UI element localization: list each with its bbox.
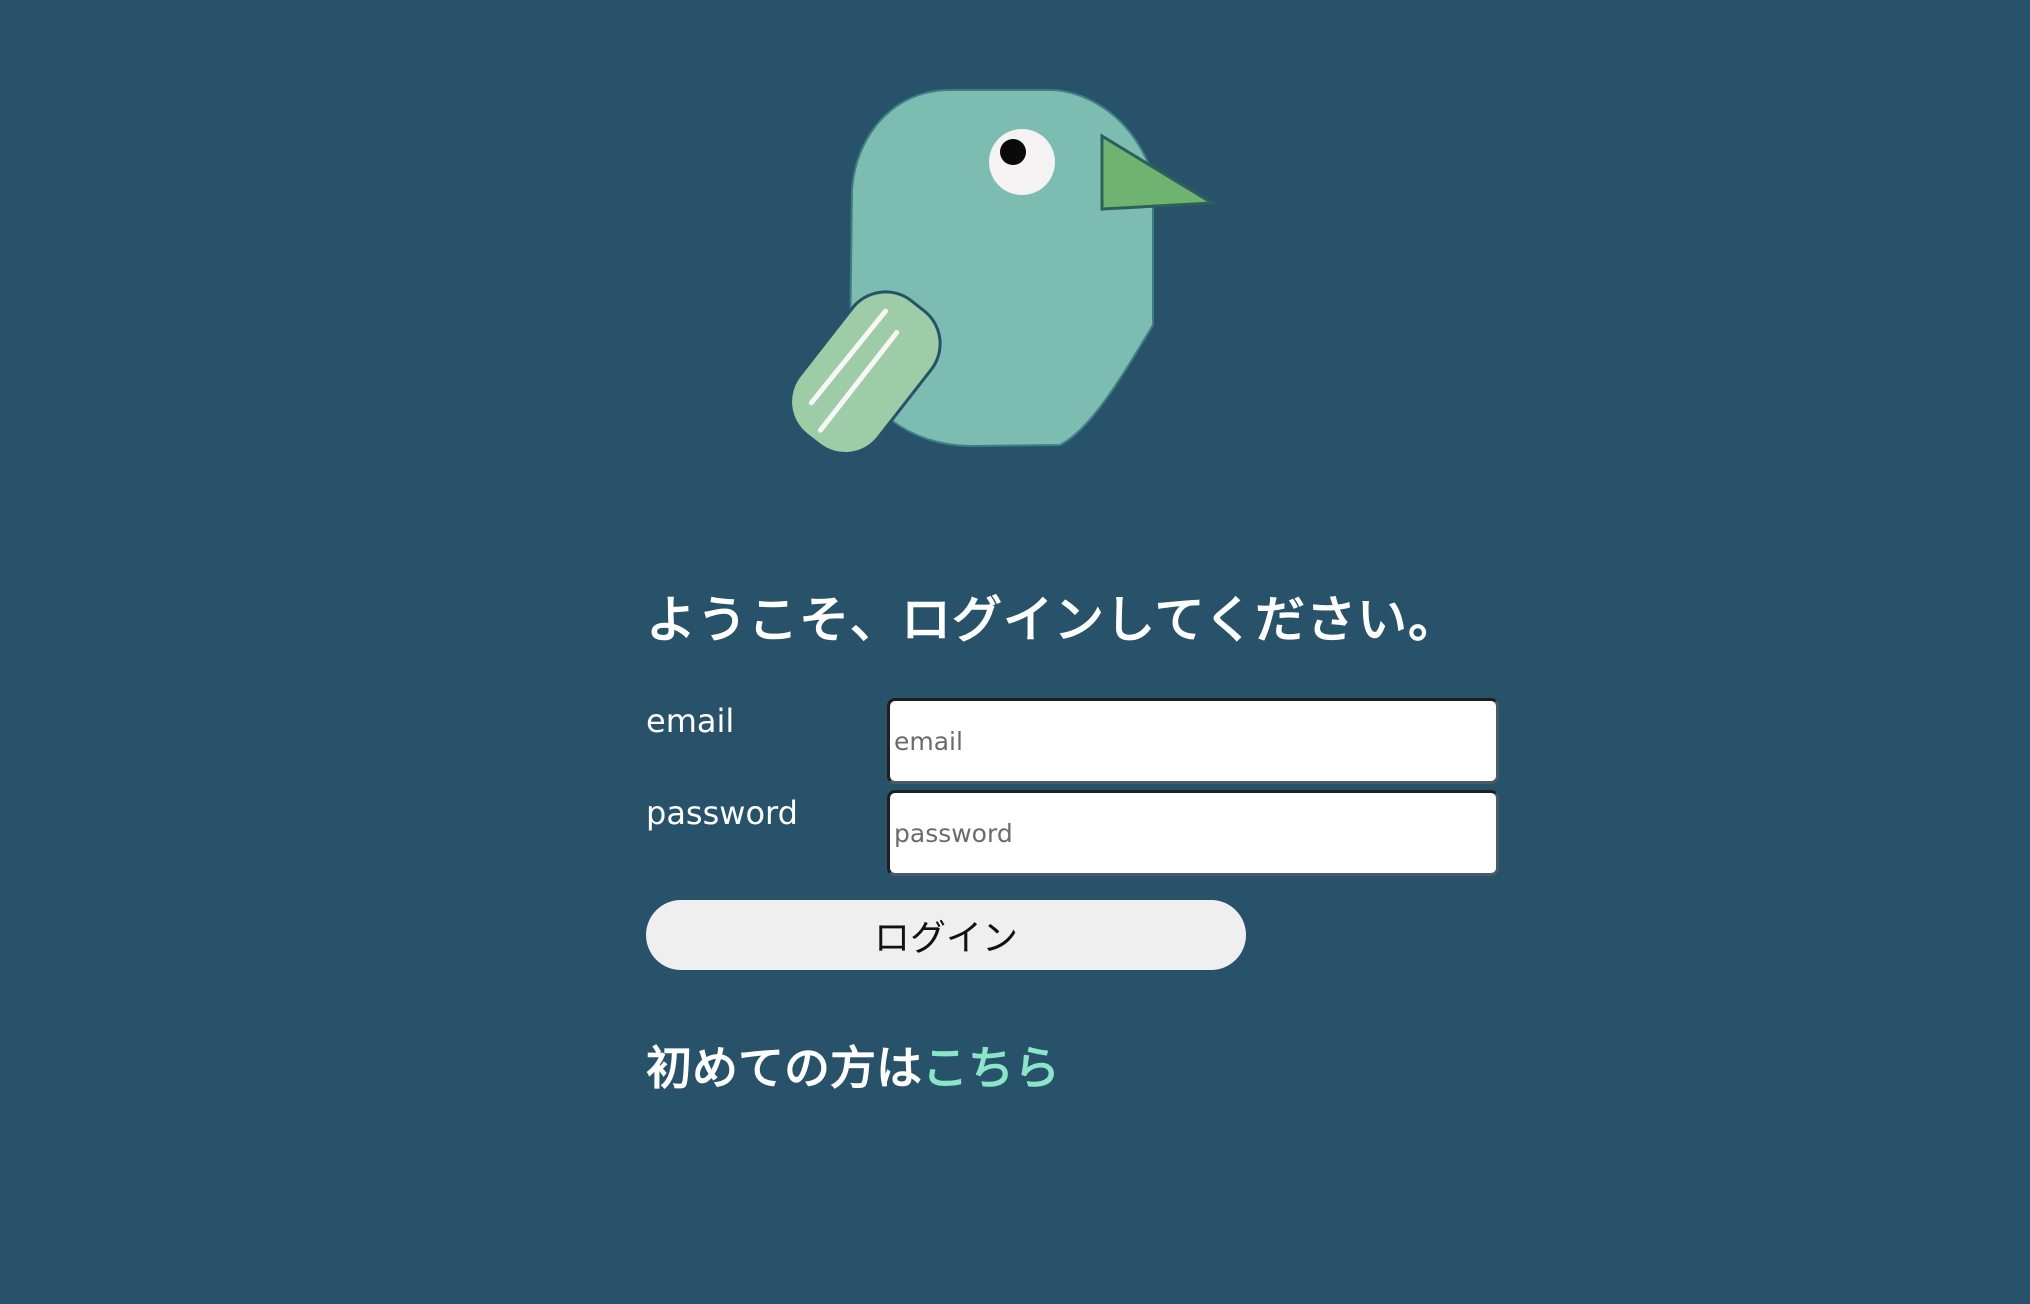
signup-prompt: 初めての方はこちら — [646, 1032, 1060, 1098]
password-field[interactable] — [887, 790, 1499, 876]
email-label: email — [646, 702, 735, 740]
welcome-heading: ようこそ、ログインしてください。 — [646, 591, 1459, 649]
bird-beak-shape — [1100, 133, 1217, 211]
password-label: password — [646, 794, 798, 832]
bird-logo-icon — [760, 80, 1240, 460]
bird-eye-white — [989, 129, 1055, 195]
signup-link[interactable]: こちら — [922, 1041, 1060, 1095]
login-button[interactable]: ログイン — [646, 900, 1246, 970]
bird-eye-pupil — [1000, 139, 1026, 165]
email-field[interactable] — [887, 698, 1499, 784]
signup-prefix-text: 初めての方は — [646, 1041, 922, 1095]
